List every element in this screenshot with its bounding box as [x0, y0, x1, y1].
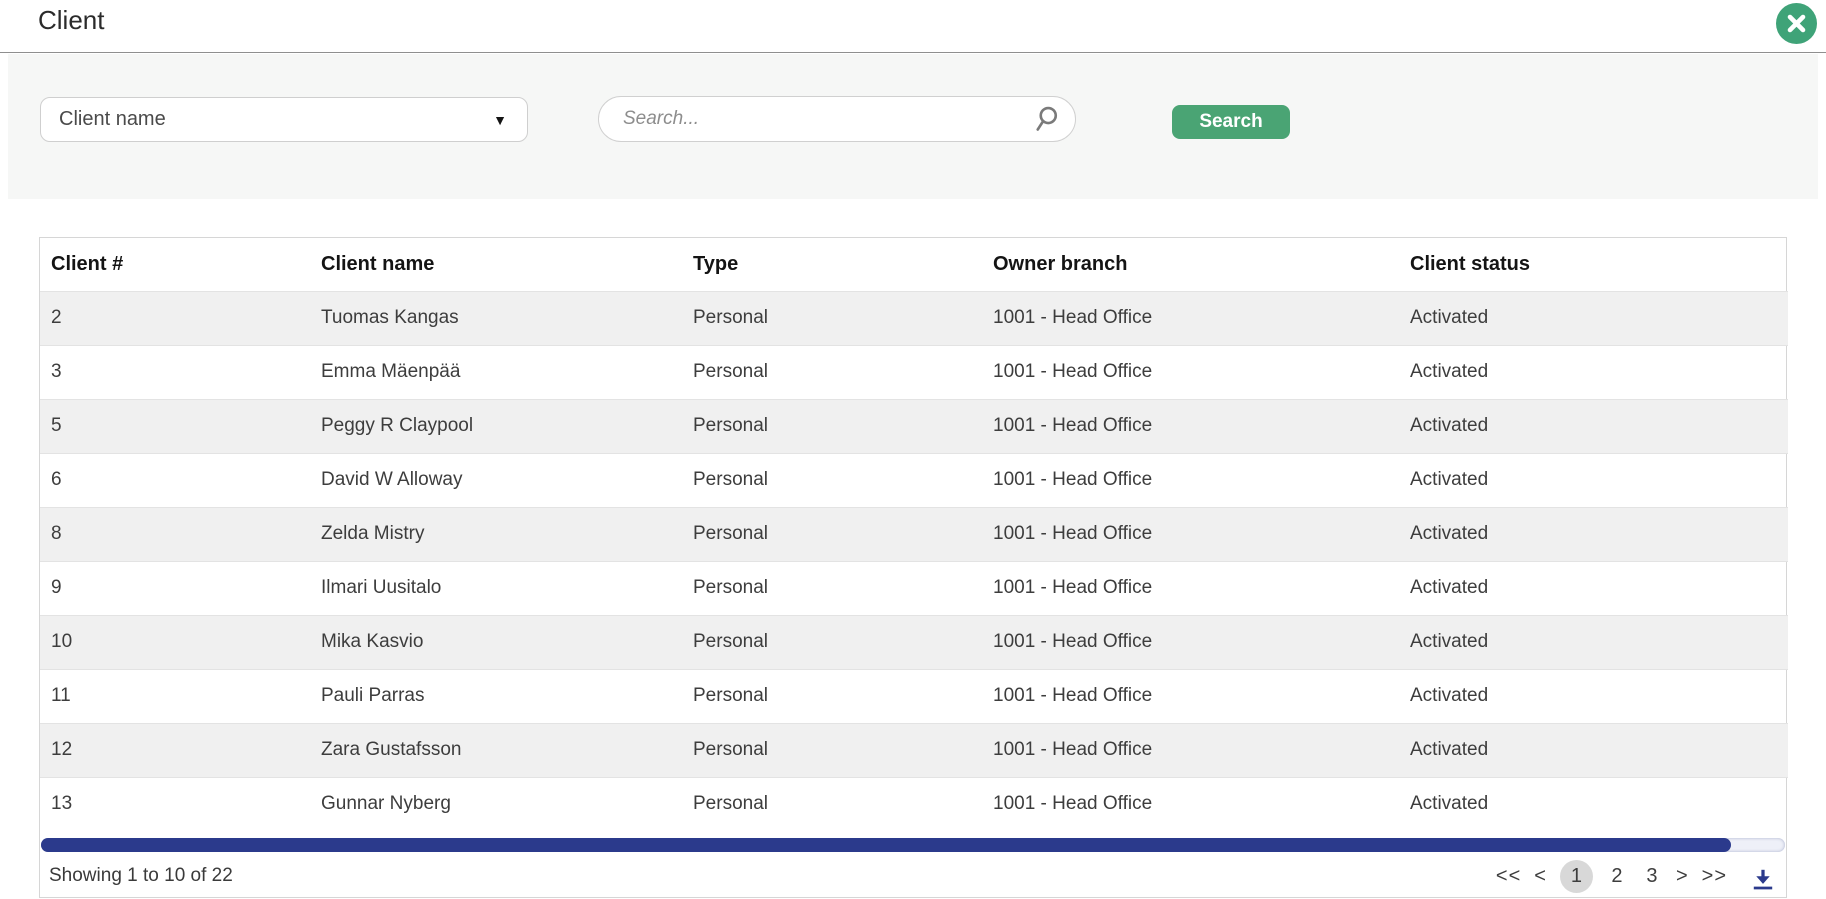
cell-owner-branch: 1001 - Head Office — [982, 615, 1399, 669]
results-count: Showing 1 to 10 of 22 — [49, 865, 233, 887]
horizontal-scrollbar-thumb[interactable] — [41, 838, 1731, 852]
pagination-last[interactable]: >> — [1702, 865, 1727, 888]
cell-client-status: Activated — [1399, 561, 1788, 615]
cell-type: Personal — [682, 399, 982, 453]
cell-client-number: 10 — [40, 615, 310, 669]
modal-header: Client — [0, 0, 1826, 53]
cell-client-name: Ilmari Uusitalo — [310, 561, 682, 615]
dropdown-selected-value: Client name — [59, 108, 493, 131]
table-footer: Showing 1 to 10 of 22 << < 1 2 3 > >> — [40, 855, 1786, 897]
pagination-page-3[interactable]: 3 — [1641, 865, 1663, 888]
search-input[interactable] — [623, 108, 1031, 130]
cell-owner-branch: 1001 - Head Office — [982, 723, 1399, 777]
cell-owner-branch: 1001 - Head Office — [982, 291, 1399, 345]
cell-type: Personal — [682, 615, 982, 669]
table-row[interactable]: 8 Zelda Mistry Personal 1001 - Head Offi… — [40, 507, 1788, 561]
cell-owner-branch: 1001 - Head Office — [982, 345, 1399, 399]
cell-client-number: 6 — [40, 453, 310, 507]
modal-title: Client — [38, 5, 104, 36]
cell-client-number: 12 — [40, 723, 310, 777]
horizontal-scrollbar-track[interactable] — [41, 838, 1785, 852]
table-row[interactable]: 2 Tuomas Kangas Personal 1001 - Head Off… — [40, 291, 1788, 345]
cell-type: Personal — [682, 291, 982, 345]
table-row[interactable]: 5 Peggy R Claypool Personal 1001 - Head … — [40, 399, 1788, 453]
search-box — [598, 96, 1076, 142]
column-header-type: Type — [682, 238, 982, 291]
clients-table-card: Client # Client name Type Owner branch C… — [39, 237, 1787, 898]
cell-owner-branch: 1001 - Head Office — [982, 777, 1399, 831]
cell-type: Personal — [682, 561, 982, 615]
cell-client-number: 3 — [40, 345, 310, 399]
download-button[interactable] — [1750, 866, 1776, 892]
pagination-next[interactable]: > — [1676, 865, 1689, 888]
chevron-down-icon: ▼ — [493, 112, 507, 128]
close-button[interactable] — [1776, 3, 1817, 44]
pagination-prev[interactable]: < — [1534, 865, 1547, 888]
cell-type: Personal — [682, 777, 982, 831]
cell-type: Personal — [682, 507, 982, 561]
cell-client-status: Activated — [1399, 723, 1788, 777]
cell-client-status: Activated — [1399, 669, 1788, 723]
cell-client-status: Activated — [1399, 453, 1788, 507]
search-field-dropdown[interactable]: Client name ▼ — [40, 97, 528, 142]
table-row[interactable]: 6 David W Alloway Personal 1001 - Head O… — [40, 453, 1788, 507]
pagination: << < 1 2 3 > >> — [1496, 860, 1776, 893]
pagination-page-1[interactable]: 1 — [1560, 860, 1593, 893]
cell-client-name: Zara Gustafsson — [310, 723, 682, 777]
close-icon — [1776, 3, 1817, 44]
table-row[interactable]: 11 Pauli Parras Personal 1001 - Head Off… — [40, 669, 1788, 723]
table-row[interactable]: 3 Emma Mäenpää Personal 1001 - Head Offi… — [40, 345, 1788, 399]
table-row[interactable]: 12 Zara Gustafsson Personal 1001 - Head … — [40, 723, 1788, 777]
column-header-client-status: Client status — [1399, 238, 1788, 291]
cell-client-number: 2 — [40, 291, 310, 345]
cell-client-number: 9 — [40, 561, 310, 615]
cell-client-name: Emma Mäenpää — [310, 345, 682, 399]
column-header-client-number: Client # — [40, 238, 310, 291]
pagination-first[interactable]: << — [1496, 865, 1521, 888]
cell-client-name: Zelda Mistry — [310, 507, 682, 561]
cell-owner-branch: 1001 - Head Office — [982, 669, 1399, 723]
column-header-owner-branch: Owner branch — [982, 238, 1399, 291]
column-header-client-name: Client name — [310, 238, 682, 291]
cell-owner-branch: 1001 - Head Office — [982, 507, 1399, 561]
client-modal: Client Client name ▼ Search — [0, 0, 1826, 899]
clients-table: Client # Client name Type Owner branch C… — [40, 238, 1788, 831]
horizontal-scrollbar — [40, 831, 1786, 855]
table-row[interactable]: 10 Mika Kasvio Personal 1001 - Head Offi… — [40, 615, 1788, 669]
cell-client-name: Peggy R Claypool — [310, 399, 682, 453]
cell-owner-branch: 1001 - Head Office — [982, 399, 1399, 453]
cell-client-status: Activated — [1399, 615, 1788, 669]
cell-client-number: 13 — [40, 777, 310, 831]
search-icon — [1031, 104, 1061, 134]
table-row[interactable]: 9 Ilmari Uusitalo Personal 1001 - Head O… — [40, 561, 1788, 615]
cell-client-status: Activated — [1399, 345, 1788, 399]
cell-client-status: Activated — [1399, 291, 1788, 345]
cell-owner-branch: 1001 - Head Office — [982, 453, 1399, 507]
cell-type: Personal — [682, 453, 982, 507]
cell-type: Personal — [682, 345, 982, 399]
filter-bar: Client name ▼ Search — [8, 54, 1818, 199]
cell-client-status: Activated — [1399, 777, 1788, 831]
cell-client-name: David W Alloway — [310, 453, 682, 507]
cell-type: Personal — [682, 723, 982, 777]
cell-client-number: 11 — [40, 669, 310, 723]
cell-client-name: Mika Kasvio — [310, 615, 682, 669]
pagination-page-2[interactable]: 2 — [1606, 865, 1628, 888]
cell-client-name: Tuomas Kangas — [310, 291, 682, 345]
cell-client-name: Pauli Parras — [310, 669, 682, 723]
table-header-row: Client # Client name Type Owner branch C… — [40, 238, 1788, 291]
cell-owner-branch: 1001 - Head Office — [982, 561, 1399, 615]
cell-client-status: Activated — [1399, 507, 1788, 561]
cell-client-name: Gunnar Nyberg — [310, 777, 682, 831]
cell-client-status: Activated — [1399, 399, 1788, 453]
table-row[interactable]: 13 Gunnar Nyberg Personal 1001 - Head Of… — [40, 777, 1788, 831]
cell-type: Personal — [682, 669, 982, 723]
cell-client-number: 8 — [40, 507, 310, 561]
cell-client-number: 5 — [40, 399, 310, 453]
search-button[interactable]: Search — [1172, 105, 1290, 139]
download-icon — [1750, 866, 1776, 892]
